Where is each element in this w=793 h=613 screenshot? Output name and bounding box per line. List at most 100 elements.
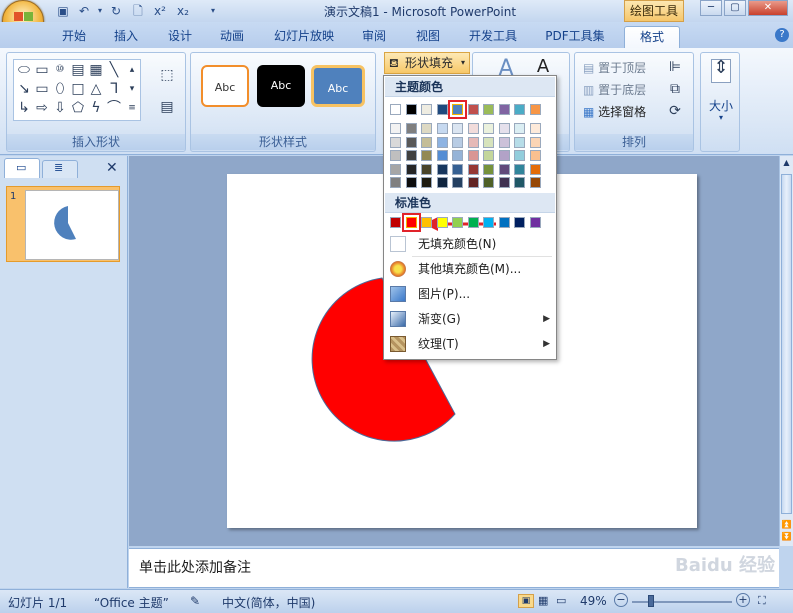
theme-shade-swatch[interactable] <box>467 123 479 134</box>
theme-shade-swatch[interactable] <box>452 123 463 134</box>
theme-shade-swatch[interactable] <box>467 136 479 148</box>
text-box-insert-icon[interactable]: ▤ <box>157 99 177 115</box>
theme-shade-swatch[interactable] <box>529 136 541 148</box>
gallery-up-icon[interactable]: ▴ <box>124 62 140 78</box>
theme-shade-swatch[interactable] <box>405 177 417 188</box>
theme-color-swatch[interactable] <box>529 104 541 115</box>
theme-color-swatch[interactable] <box>448 100 467 119</box>
theme-shade-swatch[interactable] <box>421 123 432 134</box>
maximize-button[interactable]: ▢ <box>724 0 746 16</box>
bring-to-front-button[interactable]: ▤ 置于顶层 <box>583 59 646 76</box>
tab-outline[interactable]: ≣ <box>42 160 78 178</box>
tab-animations[interactable]: 动画 <box>208 26 256 48</box>
redo-icon[interactable]: ↻ <box>108 3 124 19</box>
theme-shade-swatch[interactable] <box>436 150 448 161</box>
send-to-back-button[interactable]: ▥ 置于底层 <box>583 81 646 98</box>
theme-shade-swatch[interactable] <box>529 123 541 134</box>
save-icon[interactable]: ▣ <box>55 3 71 19</box>
group-icon[interactable]: ⧉ <box>667 81 683 97</box>
gallery-more-icon[interactable]: ≡ <box>124 100 140 116</box>
theme-shade-swatch[interactable] <box>390 177 401 188</box>
previous-slide-icon[interactable]: ⏫ <box>781 520 792 530</box>
standard-color-swatch[interactable] <box>436 217 448 228</box>
align-icon[interactable]: ⊫ <box>667 59 683 75</box>
tab-pdf-tools[interactable]: PDF工具集 <box>538 26 612 48</box>
theme-color-swatch[interactable] <box>405 104 417 115</box>
scroll-up-icon[interactable]: ▲ <box>781 158 792 170</box>
tab-slides[interactable]: ▭ <box>4 158 40 178</box>
theme-shade-swatch[interactable] <box>498 123 510 134</box>
theme-shade-swatch[interactable] <box>452 150 463 161</box>
slide-thumbnail[interactable] <box>25 190 119 260</box>
rotate-icon[interactable]: ⟳ <box>667 103 683 119</box>
theme-shade-swatch[interactable] <box>467 177 479 188</box>
scroll-thumb[interactable] <box>781 174 792 514</box>
undo-icon[interactable]: ↶ <box>76 3 92 19</box>
theme-color-swatch[interactable] <box>390 104 401 115</box>
zoom-level[interactable]: 49% <box>580 594 607 608</box>
theme-shade-swatch[interactable] <box>483 150 494 161</box>
theme-color-swatch[interactable] <box>467 104 479 115</box>
rounded-shape-icon[interactable]: ⬭ <box>16 62 32 78</box>
theme-shade-swatch[interactable] <box>514 123 525 134</box>
theme-shade-swatch[interactable] <box>405 136 417 148</box>
theme-shade-swatch[interactable] <box>436 177 448 188</box>
fill-menu-item[interactable]: 图片(P)... <box>386 282 556 306</box>
shapes-gallery[interactable]: ⬭ ▭ ⑩ ▤ ▦ ╲ ▴ ↘ ▭ ⬯ □ △ ᒣ ▾ ↳ ⇨ ⇩ ⬠ ϟ ⌒ … <box>13 59 141 121</box>
line-icon[interactable]: ╲ <box>106 62 122 78</box>
theme-shade-swatch[interactable] <box>467 150 479 161</box>
theme-shade-swatch[interactable] <box>483 177 494 188</box>
size-button-label[interactable]: 大小 <box>705 97 737 114</box>
theme-shade-swatch[interactable] <box>483 136 494 148</box>
theme-shade-swatch[interactable] <box>498 136 510 148</box>
theme-shade-swatch[interactable] <box>483 163 494 175</box>
theme-shade-swatch[interactable] <box>498 150 510 161</box>
rectangle-icon[interactable]: ▭ <box>34 62 50 78</box>
theme-shade-swatch[interactable] <box>529 150 541 161</box>
fill-menu-item[interactable]: 无填充颜色(N) <box>386 232 556 256</box>
standard-color-red-selected[interactable] <box>401 213 421 232</box>
oval-icon[interactable]: ⬯ <box>52 81 68 97</box>
slide-thumbnail-selected[interactable]: 1 <box>6 186 120 262</box>
tab-home[interactable]: 开始 <box>48 26 100 48</box>
arrow-line-icon[interactable]: ↘ <box>16 81 32 97</box>
theme-color-swatch[interactable] <box>498 104 510 115</box>
shape-fill-button[interactable]: ⛾ 形状填充 ▾ <box>384 52 470 74</box>
theme-shade-swatch[interactable] <box>529 177 541 188</box>
fill-menu-item[interactable]: 其他填充颜色(M)... <box>386 257 556 281</box>
square-icon[interactable]: □ <box>70 81 86 97</box>
standard-color-swatch[interactable] <box>421 217 432 228</box>
standard-color-swatch[interactable] <box>529 217 541 228</box>
theme-shade-swatch[interactable] <box>421 163 432 175</box>
tab-developer[interactable]: 开发工具 <box>460 26 526 48</box>
theme-shade-swatch[interactable] <box>421 136 432 148</box>
theme-shade-swatch[interactable] <box>405 163 417 175</box>
right-arrow-icon[interactable]: ⇨ <box>34 100 50 116</box>
style-sample-black-fill[interactable]: Abc <box>257 65 305 107</box>
size-dropdown-icon[interactable]: ▾ <box>705 113 737 122</box>
size-icon[interactable]: ⇕ <box>711 59 731 83</box>
slide-sorter-icon[interactable]: ▦ <box>538 594 548 607</box>
theme-shade-swatch[interactable] <box>421 177 432 188</box>
theme-shade-swatch[interactable] <box>514 136 525 148</box>
zoom-slider-track[interactable] <box>632 601 732 603</box>
print-preview-icon[interactable]: 🗋 <box>130 3 146 19</box>
theme-color-swatch[interactable] <box>483 104 494 115</box>
superscript-icon[interactable]: x² <box>152 3 168 19</box>
standard-color-swatch[interactable] <box>452 217 463 228</box>
edit-shape-icon[interactable]: ⬚ <box>157 67 177 83</box>
standard-color-swatch[interactable] <box>390 217 401 228</box>
fill-menu-item[interactable]: 纹理(T) ▶ <box>386 332 556 356</box>
theme-shade-swatch[interactable] <box>452 177 463 188</box>
theme-shade-swatch[interactable] <box>452 163 463 175</box>
standard-color-swatch[interactable] <box>498 217 510 228</box>
theme-shade-swatch[interactable] <box>514 177 525 188</box>
standard-color-swatch[interactable] <box>467 217 479 228</box>
theme-shade-swatch[interactable] <box>390 136 401 148</box>
textbox-icon[interactable]: ▤ <box>70 62 86 78</box>
tab-insert[interactable]: 插入 <box>104 26 148 48</box>
tab-design[interactable]: 设计 <box>156 26 204 48</box>
down-arrow-icon[interactable]: ⇩ <box>52 100 68 116</box>
language-indicator[interactable]: 中文(简体，中国) <box>222 594 315 611</box>
style-sample-orange-outline[interactable]: Abc <box>201 65 249 107</box>
